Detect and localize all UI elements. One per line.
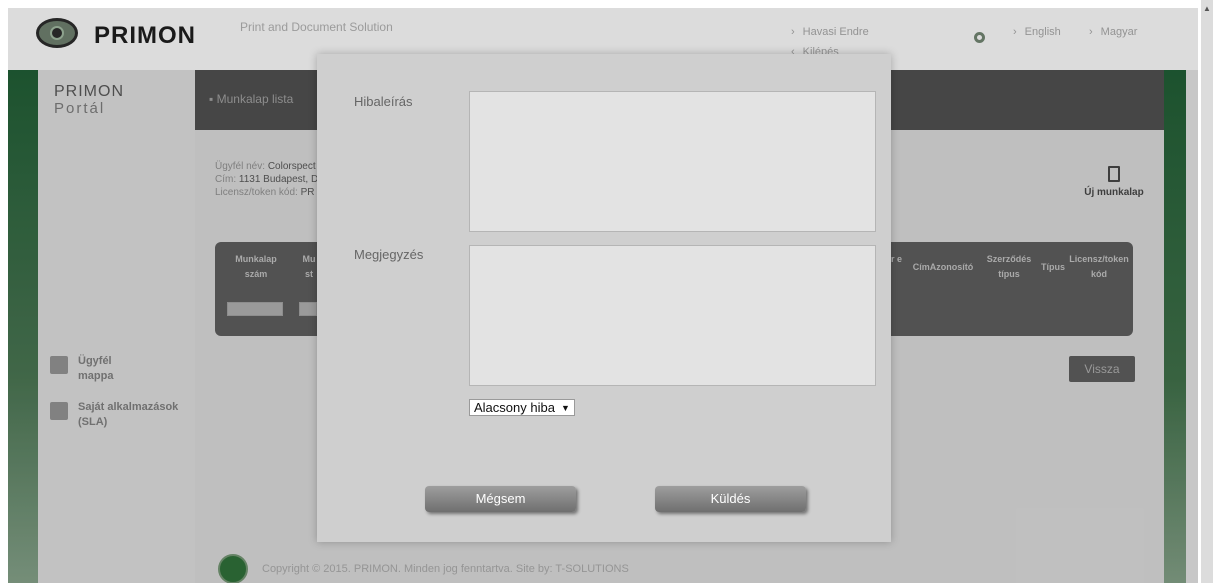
scroll-up-icon[interactable]: ▲ [1203, 4, 1211, 13]
note-field[interactable] [469, 245, 876, 386]
cancel-button[interactable]: Mégsem [425, 486, 576, 512]
error-description-field[interactable] [469, 91, 876, 232]
error-description-label: Hibaleírás [354, 94, 413, 109]
send-button[interactable]: Küldés [655, 486, 806, 512]
page-scrollbar[interactable]: ▲ [1201, 0, 1213, 583]
dropdown-arrow-icon: ▼ [560, 402, 570, 413]
note-label: Megjegyzés [354, 247, 424, 262]
severity-selected-value: Alacsony hiba [474, 400, 555, 415]
severity-select[interactable]: Alacsony hiba ▼ [469, 399, 575, 416]
error-report-dialog: Hibaleírás Megjegyzés Alacsony hiba ▼ Mé… [317, 54, 891, 542]
